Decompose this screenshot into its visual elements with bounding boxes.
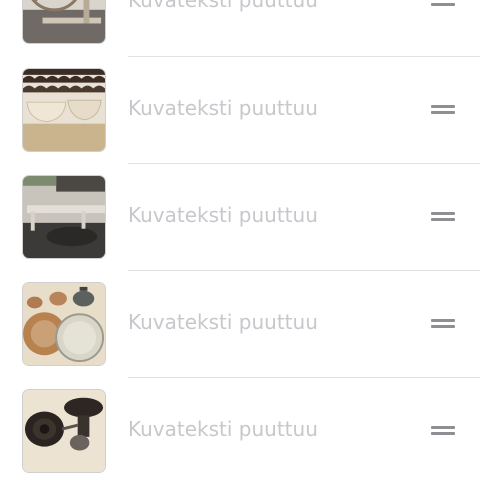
- list-item[interactable]: Kuvateksti puuttuu: [0, 68, 480, 175]
- divider: [128, 377, 480, 378]
- reorder-handle-icon[interactable]: [431, 211, 455, 223]
- divider: [128, 56, 480, 57]
- caption-placeholder[interactable]: Kuvateksti puuttuu: [128, 0, 318, 12]
- reorder-handle-icon[interactable]: [431, 104, 455, 116]
- reorder-handle-icon[interactable]: [431, 318, 455, 330]
- caption-placeholder[interactable]: Kuvateksti puuttuu: [128, 203, 318, 227]
- list-item[interactable]: Kuvateksti puuttuu: [0, 175, 480, 282]
- reorder-handle-icon[interactable]: [431, 425, 455, 437]
- caption-placeholder[interactable]: Kuvateksti puuttuu: [128, 417, 318, 441]
- list-item[interactable]: Kuvateksti puuttuu: [0, 282, 480, 389]
- dark-wheels-photo[interactable]: [22, 389, 106, 473]
- divider: [128, 163, 480, 164]
- list-item[interactable]: Kuvateksti puuttuu: [0, 389, 480, 480]
- caption-placeholder[interactable]: Kuvateksti puuttuu: [128, 310, 318, 334]
- photo-list: Kuvateksti puuttuu Kuvateksti puuttuu Ku…: [0, 0, 480, 480]
- reorder-handle-icon[interactable]: [431, 0, 455, 8]
- divider: [128, 270, 480, 271]
- spinning-wheel-photo[interactable]: [22, 0, 106, 44]
- wooden-bench-photo[interactable]: [22, 175, 106, 259]
- caption-placeholder[interactable]: Kuvateksti puuttuu: [128, 96, 318, 120]
- ceramic-bowls-photo[interactable]: [22, 68, 106, 152]
- teapots-and-plates-photo[interactable]: [22, 282, 106, 366]
